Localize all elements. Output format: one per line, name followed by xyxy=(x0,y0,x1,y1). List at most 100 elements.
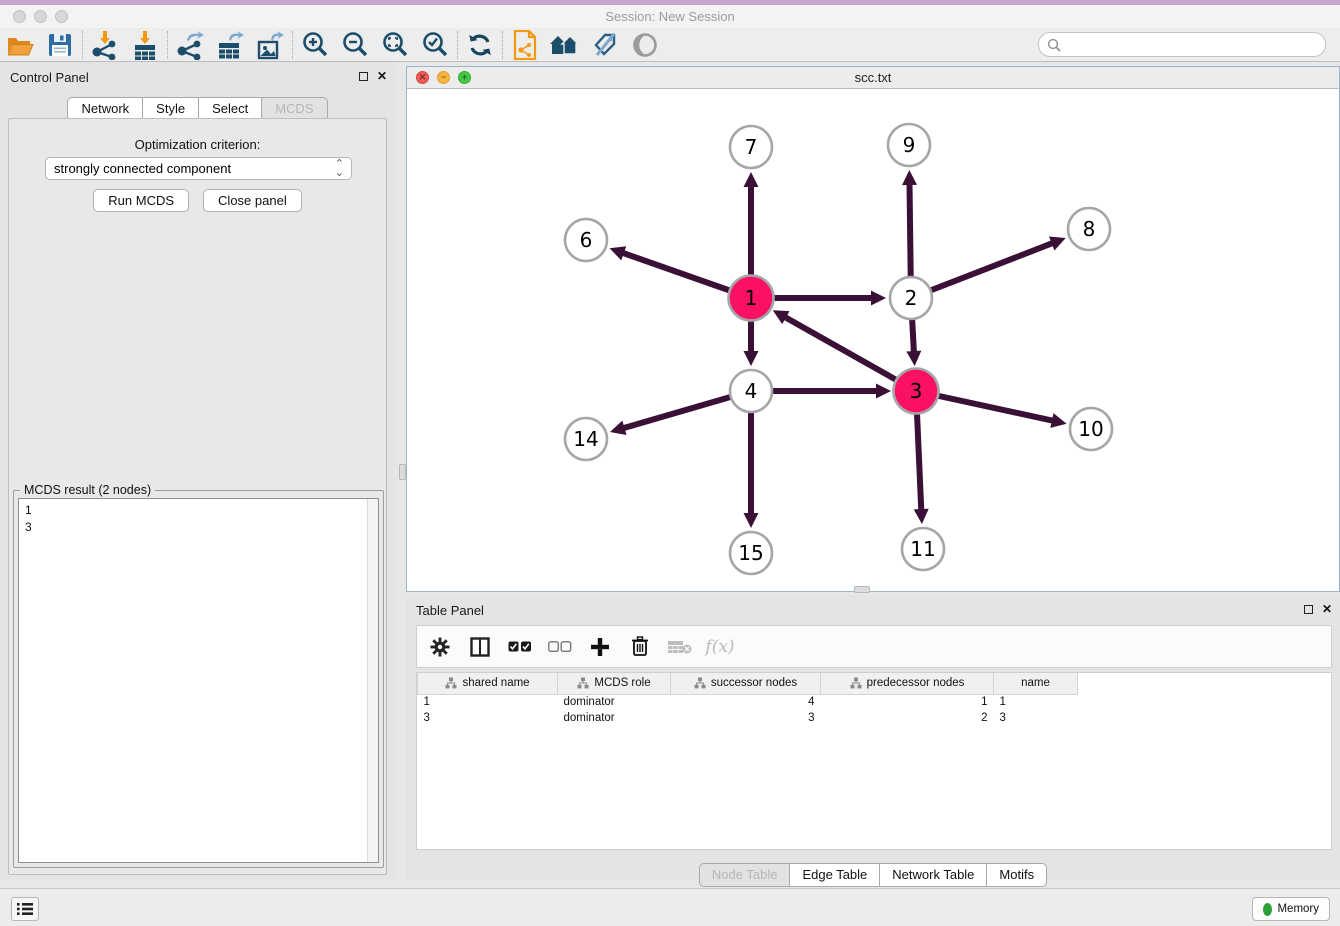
mcds-panel: Optimization criterion: strongly connect… xyxy=(8,118,387,875)
node-table[interactable]: shared name MCDS role successor nodes pr… xyxy=(416,672,1332,850)
close-panel-button[interactable]: Close panel xyxy=(203,189,302,212)
result-line: 3 xyxy=(25,519,378,536)
hide-selected-button[interactable] xyxy=(585,29,625,61)
mcds-result-title: MCDS result (2 nodes) xyxy=(20,483,155,497)
export-network-icon xyxy=(175,30,205,60)
network-canvas[interactable]: 7968124314101511 xyxy=(407,89,1339,591)
graph-node-label: 9 xyxy=(903,133,916,157)
export-network-button[interactable] xyxy=(170,29,210,61)
export-image-button[interactable] xyxy=(250,29,290,61)
column-header-predecessor-nodes[interactable]: predecessor nodes xyxy=(821,673,994,694)
column-header-successor-nodes[interactable]: successor nodes xyxy=(671,673,821,694)
task-history-button[interactable] xyxy=(11,897,39,921)
first-neighbors-button[interactable] xyxy=(545,29,585,61)
import-table-button[interactable] xyxy=(125,29,165,61)
float-panel-icon[interactable] xyxy=(359,72,368,81)
criterion-selected-value: strongly connected component xyxy=(54,161,335,176)
run-mcds-button[interactable]: Run MCDS xyxy=(93,189,189,212)
zoom-in-icon xyxy=(301,31,329,59)
zoom-in-button[interactable] xyxy=(295,29,335,61)
import-network-icon xyxy=(90,30,120,60)
memory-status-icon xyxy=(1263,903,1272,916)
network-window-titlebar[interactable]: ✕ − + scc.txt xyxy=(407,67,1339,89)
column-type-icon xyxy=(577,677,589,689)
delete-table-button-disabled[interactable] xyxy=(667,634,693,660)
tab-node-table[interactable]: Node Table xyxy=(699,863,790,887)
toolbar-separator xyxy=(82,31,83,59)
delete-columns-button[interactable] xyxy=(627,634,653,660)
save-icon xyxy=(48,33,72,57)
memory-label: Memory xyxy=(1277,903,1319,915)
columns-icon xyxy=(470,637,490,657)
graph-edge[interactable] xyxy=(911,243,1054,298)
select-all-columns-button[interactable] xyxy=(507,634,533,660)
close-table-panel-icon[interactable]: ✕ xyxy=(1322,604,1332,615)
birdseye-view-button[interactable] xyxy=(625,29,665,61)
import-network-button[interactable] xyxy=(85,29,125,61)
open-folder-icon xyxy=(6,32,34,58)
houses-icon xyxy=(549,32,581,58)
import-table-icon xyxy=(130,30,160,60)
column-header-shared-name[interactable]: shared name xyxy=(418,673,558,694)
control-panel-title: Control Panel xyxy=(10,70,89,85)
search-input[interactable] xyxy=(1065,35,1325,55)
graph-edge-arrowhead xyxy=(610,246,627,260)
export-table-icon xyxy=(215,30,245,60)
mcds-result-textarea[interactable]: 1 3 xyxy=(18,498,379,863)
tab-motifs[interactable]: Motifs xyxy=(986,863,1047,887)
trash-icon xyxy=(631,636,649,657)
table-options-button[interactable] xyxy=(427,634,453,660)
zoom-out-button[interactable] xyxy=(335,29,375,61)
list-icon xyxy=(17,902,33,916)
titlebar: Session: New Session xyxy=(0,5,1340,28)
function-builder-button-disabled[interactable]: f(x) xyxy=(707,634,733,660)
checked-boxes-icon xyxy=(508,641,532,653)
search-field[interactable] xyxy=(1038,32,1326,57)
horizontal-split-handle[interactable] xyxy=(854,586,870,593)
graph-node-label: 6 xyxy=(580,228,593,252)
refresh-button[interactable] xyxy=(460,29,500,61)
table-panel-tabs: Node Table Edge Table Network Table Moti… xyxy=(406,863,1340,887)
graph-node-label: 15 xyxy=(738,541,763,565)
graph-edge-arrowhead xyxy=(1050,413,1066,428)
create-column-button[interactable] xyxy=(587,634,613,660)
graph-node-label: 8 xyxy=(1083,217,1096,241)
graph-node-label: 7 xyxy=(745,135,758,159)
result-scrollbar[interactable] xyxy=(367,499,378,862)
tab-edge-table[interactable]: Edge Table xyxy=(789,863,879,887)
table-row[interactable]: 3 dominator 3 2 3 xyxy=(418,710,1078,726)
show-columns-button[interactable] xyxy=(467,634,493,660)
close-panel-icon[interactable]: ✕ xyxy=(377,71,387,82)
plus-icon xyxy=(590,637,610,657)
new-network-from-selection-button[interactable] xyxy=(505,29,545,61)
criterion-dropdown[interactable]: strongly connected component ⌃⌄ xyxy=(45,157,352,180)
refresh-icon xyxy=(467,32,493,58)
graph-edge-arrowhead xyxy=(914,509,929,524)
network-document-icon xyxy=(511,30,539,60)
main-toolbar xyxy=(0,28,1340,62)
birdseye-icon xyxy=(632,32,658,58)
toolbar-separator xyxy=(502,31,503,59)
zoom-selected-button[interactable] xyxy=(415,29,455,61)
graph-node-label: 1 xyxy=(745,286,758,310)
table-toolbar: f(x) xyxy=(416,625,1332,668)
zoom-out-icon xyxy=(341,31,369,59)
unselect-all-columns-button[interactable] xyxy=(547,634,573,660)
vertical-split-handle[interactable] xyxy=(399,464,406,480)
memory-button[interactable]: Memory xyxy=(1252,897,1330,921)
export-table-button[interactable] xyxy=(210,29,250,61)
open-session-button[interactable] xyxy=(0,29,40,61)
tab-network-table[interactable]: Network Table xyxy=(879,863,986,887)
graph-node-label: 2 xyxy=(905,286,918,310)
zoom-fit-button[interactable] xyxy=(375,29,415,61)
control-panel: Control Panel ✕ Network Style Select MCD… xyxy=(0,62,395,880)
window-title: Session: New Session xyxy=(0,9,1340,24)
zoom-selected-icon xyxy=(421,31,449,59)
column-header-name[interactable]: name xyxy=(994,673,1078,694)
float-table-panel-icon[interactable] xyxy=(1304,605,1313,614)
column-header-mcds-role[interactable]: MCDS role xyxy=(558,673,671,694)
table-row[interactable]: 1 dominator 4 1 1 xyxy=(418,694,1078,710)
graph-node-label: 3 xyxy=(910,379,923,403)
save-session-button[interactable] xyxy=(40,29,80,61)
network-view-window: ✕ − + scc.txt 7968124314101511 xyxy=(406,66,1340,592)
